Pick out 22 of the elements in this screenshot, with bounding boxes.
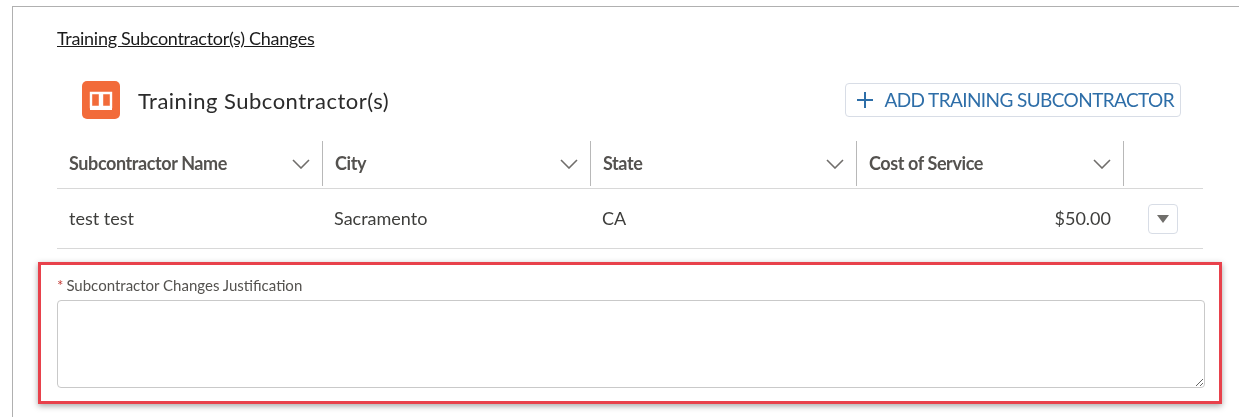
add-subcontractor-button[interactable]: ADD TRAINING SUBCONTRACTOR bbox=[845, 83, 1181, 117]
table-cell-text: Sacramento bbox=[334, 206, 428, 231]
chevron-down-icon[interactable] bbox=[1093, 158, 1111, 169]
section-link[interactable]: Training Subcontractor(s) Changes bbox=[57, 25, 1203, 49]
caret-icon bbox=[1157, 214, 1169, 223]
chevron-down-icon[interactable] bbox=[560, 158, 578, 169]
column-header[interactable]: City bbox=[335, 150, 367, 177]
column-header[interactable]: Cost of Service bbox=[869, 150, 984, 177]
column-header[interactable]: Subcontractor Name bbox=[69, 150, 227, 177]
chevron-down-icon[interactable] bbox=[292, 158, 310, 169]
row-menu-button[interactable] bbox=[1148, 203, 1178, 234]
card-title: Training Subcontractor(s) bbox=[138, 85, 390, 116]
book-icon bbox=[82, 81, 120, 119]
chevron-down-icon[interactable] bbox=[826, 158, 844, 169]
table-cell-text: $50.00 bbox=[1054, 206, 1111, 231]
column-header[interactable]: State bbox=[603, 150, 643, 177]
required-mark: * bbox=[57, 274, 64, 296]
table-cell-text: CA bbox=[602, 206, 627, 231]
field-label: Subcontractor Changes Justification bbox=[66, 274, 303, 296]
plus-icon bbox=[856, 91, 875, 109]
justification-field[interactable] bbox=[57, 300, 1205, 388]
table-cell-text: test test bbox=[69, 206, 134, 231]
